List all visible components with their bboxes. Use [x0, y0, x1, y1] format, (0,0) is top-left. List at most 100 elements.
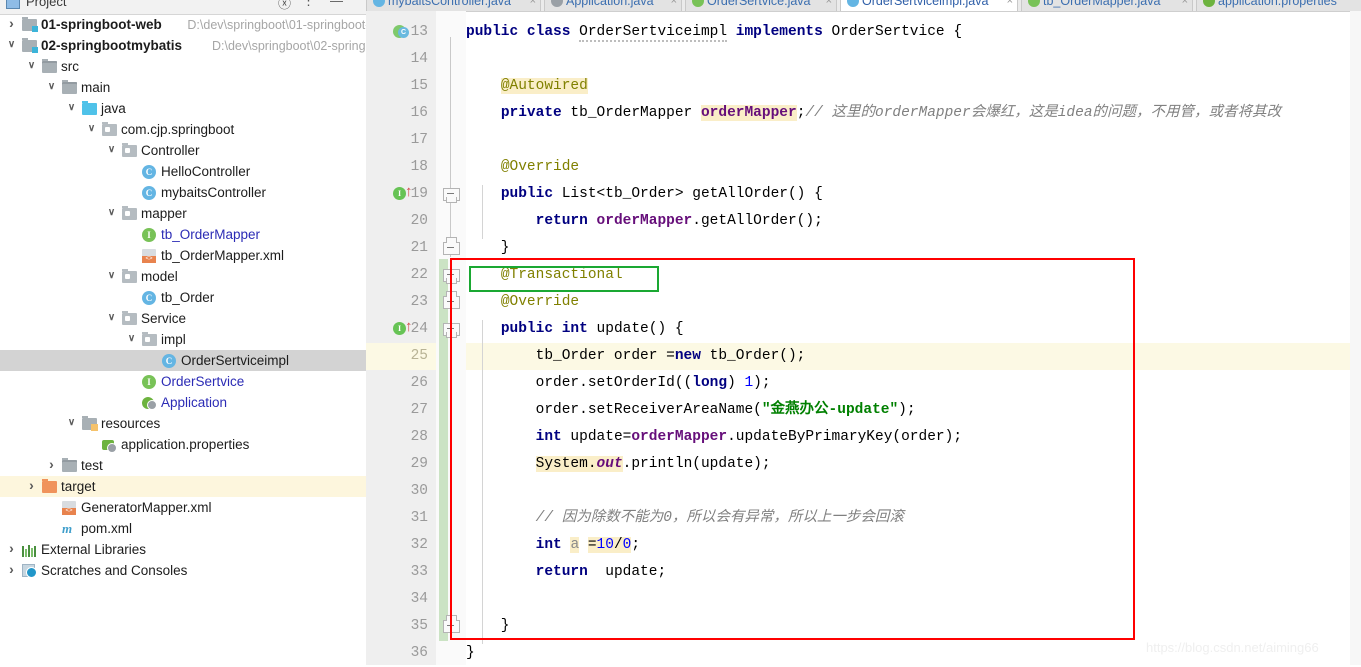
code-line-23[interactable]: @Override — [466, 289, 1361, 316]
close-icon[interactable]: × — [530, 0, 536, 11]
tree-item-scratches-and-consoles[interactable]: Scratches and Consoles — [0, 560, 366, 581]
code-line-19[interactable]: public List<tb_Order> getAllOrder() { — [466, 181, 1361, 208]
editor-gutter[interactable]: 13 14 15 16 17 18 19 20 21 22 23 24 25 26 27 28 29 30 31 32… — [366, 11, 436, 665]
chevron-down-icon[interactable] — [46, 81, 57, 92]
implemented-class-marker[interactable]: C — [393, 24, 421, 40]
code-line-22[interactable]: @Transactional — [466, 262, 1361, 289]
tree-item-target[interactable]: target — [0, 476, 366, 497]
java-class-icon: C — [142, 164, 158, 179]
chevron-down-icon[interactable] — [26, 60, 37, 71]
tree-item-hellocontroller[interactable]: C HelloController — [0, 161, 366, 182]
code-content[interactable]: public class OrderSertviceimpl implement… — [466, 11, 1361, 665]
implementing-method-marker[interactable]: I ↑ — [393, 319, 421, 337]
code-line-16[interactable]: private tb_OrderMapper orderMapper;// 这里… — [466, 100, 1361, 127]
chevron-right-icon[interactable] — [6, 543, 17, 554]
code-line-14[interactable] — [466, 46, 1361, 73]
tree-item-02-springbootmybatis[interactable]: 02-springbootmybatis D:\dev\springboot\02… — [0, 35, 366, 56]
code-line-15[interactable]: @Autowired — [466, 73, 1361, 100]
tree-item-mapper[interactable]: mapper — [0, 203, 366, 224]
tree-item-application-properties[interactable]: application.properties — [0, 434, 366, 455]
tree-item-resources[interactable]: resources — [0, 413, 366, 434]
chevron-down-icon[interactable] — [106, 312, 117, 323]
tree-item-tb-ordermapper[interactable]: Itb_OrderMapper — [0, 224, 366, 245]
tree-item-external-libraries[interactable]: External Libraries — [0, 539, 366, 560]
hide-icon[interactable]: — — [330, 0, 343, 8]
editor-tab-application-properties[interactable]: application.properties× — [1196, 0, 1361, 11]
tree-item-test[interactable]: test — [0, 455, 366, 476]
fold-toggle-icon[interactable] — [443, 237, 460, 258]
editor-tab-ordersertvice-java[interactable]: OrderSertvice.java × — [685, 0, 837, 11]
chevron-down-icon[interactable] — [106, 144, 117, 155]
close-icon[interactable]: × — [671, 0, 677, 11]
chevron-down-icon[interactable] — [66, 417, 77, 428]
module-folder-icon — [22, 38, 38, 53]
tree-item-mybaitscontroller[interactable]: CmybaitsController — [0, 182, 366, 203]
folder-icon — [42, 59, 58, 74]
code-folding-strip[interactable] — [436, 11, 466, 665]
line-number: 34 — [410, 591, 428, 607]
tree-item-label: test — [81, 458, 103, 473]
editor-tab-ordersertviceimpl-java[interactable]: OrderSertviceimpl.java × — [840, 0, 1018, 11]
tree-item-ordersertviceimpl[interactable]: C OrderSertviceimpl — [0, 350, 366, 371]
implementing-method-marker[interactable]: I ↑ — [393, 184, 421, 202]
editor-tab-tb-ordermapper-java[interactable]: tb_OrderMapper.java × — [1021, 0, 1193, 11]
tree-item-model[interactable]: model — [0, 266, 366, 287]
tree-item-tb-ordermapper-xml[interactable]: tb_OrderMapper.xml — [0, 245, 366, 266]
chevron-down-icon[interactable] — [6, 39, 17, 50]
editor-tab-mybaitscontroller-java[interactable]: mybaitsController.java × — [366, 0, 541, 11]
tree-item-controller[interactable]: Controller — [0, 140, 366, 161]
code-line-27[interactable]: order.setReceiverAreaName("金燕办公-update")… — [466, 397, 1361, 424]
chevron-right-icon[interactable] — [6, 18, 17, 29]
editor-tab-application-java[interactable]: Application.java × — [544, 0, 682, 11]
code-line-24[interactable]: public int update() { — [466, 316, 1361, 343]
code-line-31[interactable]: // 因为除数不能为0，所以会有异常，所以上一步会回滚 — [466, 505, 1361, 532]
tree-item-src[interactable]: src — [0, 56, 366, 77]
code-line-18[interactable]: @Override — [466, 154, 1361, 181]
chevron-right-icon[interactable] — [26, 480, 37, 491]
close-icon[interactable]: × — [1007, 0, 1013, 11]
fold-toggle-icon[interactable] — [443, 615, 460, 636]
code-line-26[interactable]: order.setOrderId((long) 1); — [466, 370, 1361, 397]
tree-item-generatormapper-xml[interactable]: GeneratorMapper.xml — [0, 497, 366, 518]
code-line-34[interactable] — [466, 586, 1361, 613]
tree-item-java[interactable]: java — [0, 98, 366, 119]
tree-item-impl[interactable]: impl — [0, 329, 366, 350]
tree-item-tb-order[interactable]: Ctb_Order — [0, 287, 366, 308]
chevron-down-icon[interactable] — [106, 207, 117, 218]
tree-item-ordersertvice[interactable]: I OrderSertvice — [0, 371, 366, 392]
collapse-all-icon[interactable]: ⓧ — [278, 0, 291, 12]
fold-toggle-icon[interactable] — [443, 323, 460, 339]
code-line-20[interactable]: return orderMapper.getAllOrder(); — [466, 208, 1361, 235]
close-icon[interactable]: × — [826, 0, 832, 11]
fold-toggle-icon[interactable] — [443, 269, 460, 285]
code-line-28[interactable]: int update=orderMapper.updateByPrimaryKe… — [466, 424, 1361, 451]
editor-tab-label: tb_OrderMapper.java — [1043, 0, 1161, 8]
chevron-right-icon[interactable] — [6, 564, 17, 575]
tree-item-com-cjp-springboot[interactable]: com.cjp.springboot — [0, 119, 366, 140]
close-icon[interactable]: × — [1182, 0, 1188, 11]
fold-toggle-icon[interactable] — [443, 291, 460, 312]
code-line-33[interactable]: return update; — [466, 559, 1361, 586]
tree-item-pom-xml[interactable]: m pom.xml — [0, 518, 366, 539]
code-line-13[interactable]: public class OrderSertviceimpl implement… — [466, 19, 1361, 46]
vertical-scrollbar[interactable] — [1350, 11, 1361, 665]
code-line-35[interactable]: } — [466, 613, 1361, 640]
tree-item-application[interactable]: Application — [0, 392, 366, 413]
tree-item-service[interactable]: Service — [0, 308, 366, 329]
tree-item-main[interactable]: main — [0, 77, 366, 98]
chevron-down-icon[interactable] — [86, 123, 97, 134]
chevron-down-icon[interactable] — [126, 333, 137, 344]
fold-toggle-icon[interactable] — [443, 188, 460, 204]
chevron-down-icon[interactable] — [106, 270, 117, 281]
settings-icon[interactable]: ⋮ — [302, 0, 315, 9]
code-line-30[interactable] — [466, 478, 1361, 505]
code-line-32[interactable]: int a =10/0; — [466, 532, 1361, 559]
code-line-21[interactable]: } — [466, 235, 1361, 262]
chevron-down-icon[interactable] — [66, 102, 77, 113]
tree-item-01-springboot-web[interactable]: 01-springboot-web D:\dev\springboot\01-sp… — [0, 14, 366, 35]
code-line-17[interactable] — [466, 127, 1361, 154]
chevron-right-icon[interactable] — [46, 459, 57, 470]
code-line-29[interactable]: System.out.println(update); — [466, 451, 1361, 478]
project-tree[interactable]: 01-springboot-web D:\dev\springboot\01-sp… — [0, 14, 366, 581]
code-line-25[interactable]: tb_Order order =new tb_Order(); — [466, 343, 1361, 370]
